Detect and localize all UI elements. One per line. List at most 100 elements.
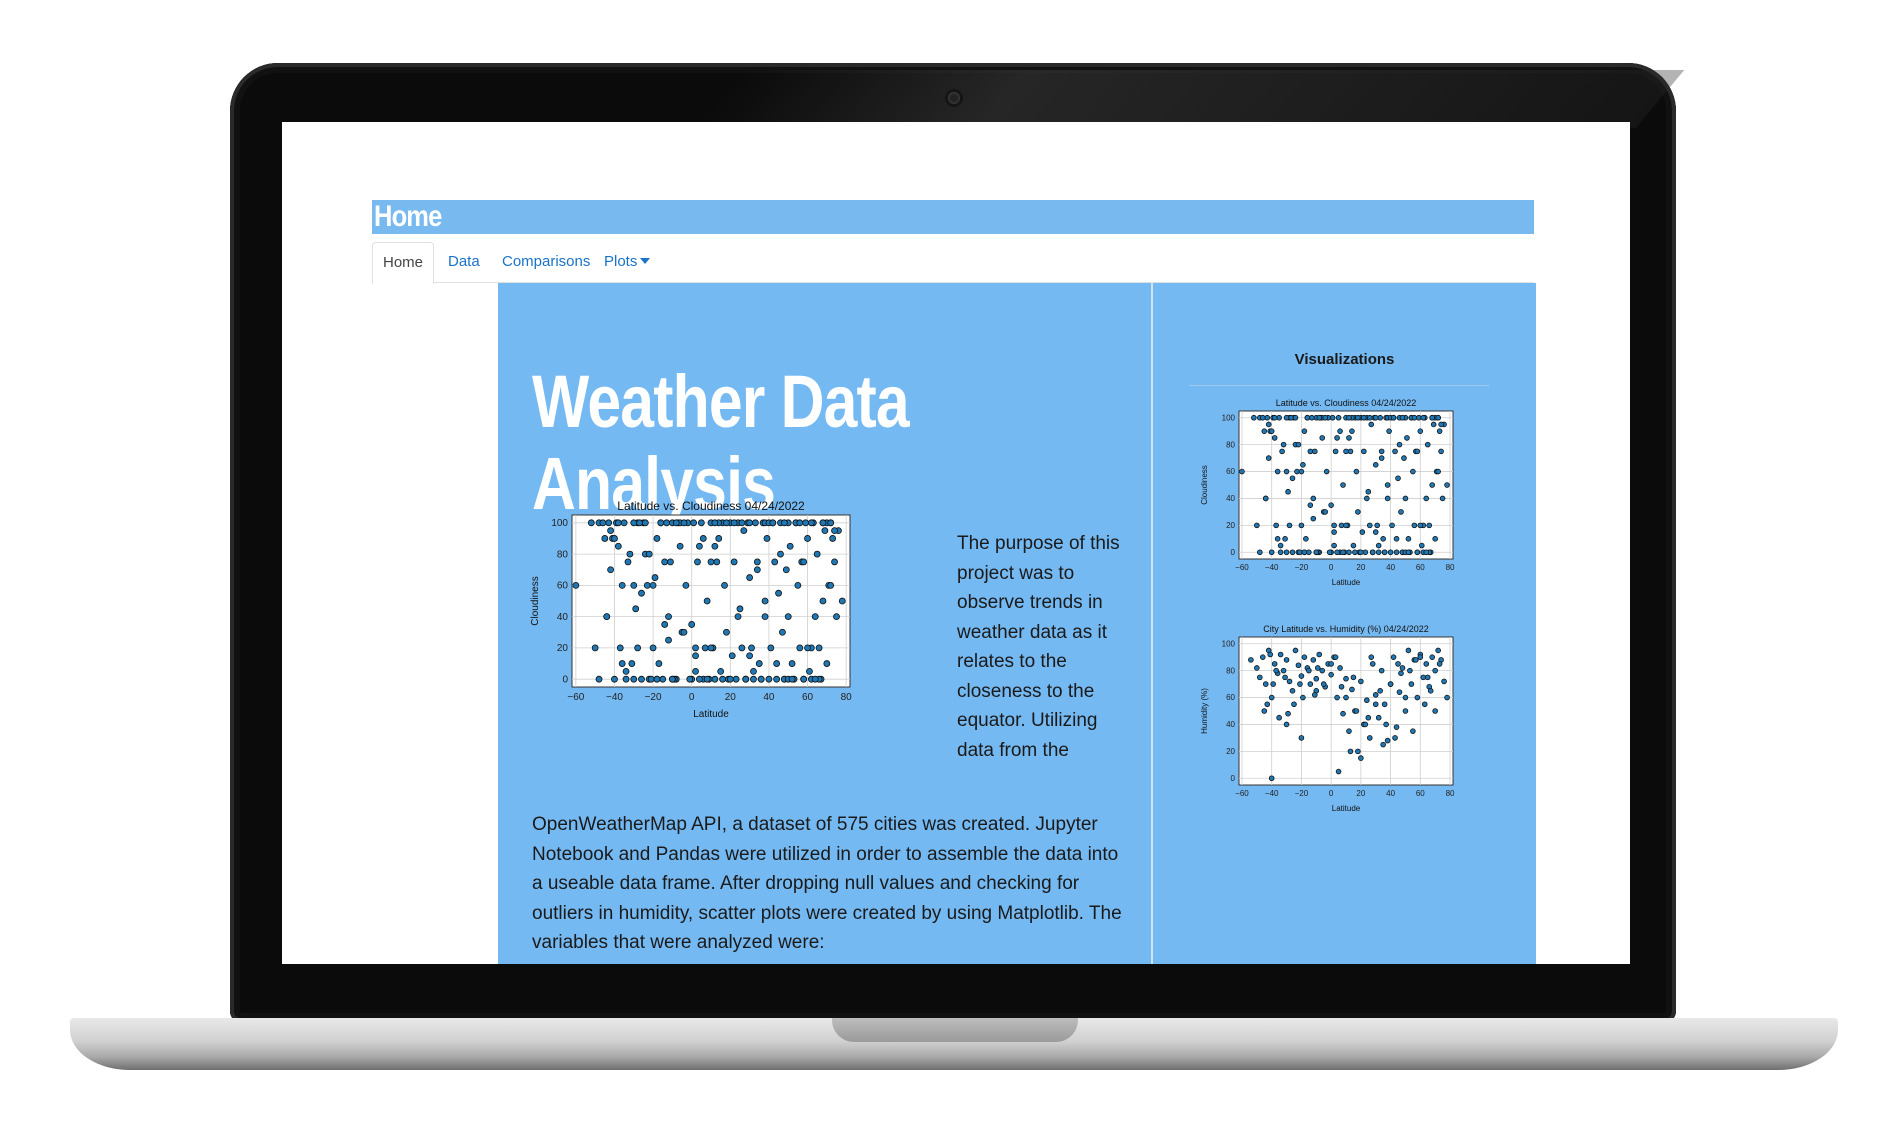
data-point	[1417, 522, 1424, 529]
data-point	[1262, 495, 1269, 502]
data-point	[1375, 549, 1382, 556]
data-point	[645, 550, 653, 558]
x-tick-label: 80	[1446, 563, 1455, 572]
sidebar-chart-cloudiness[interactable]: −60 −40 −20 0 20 40 60 80 0 20 40 60 80 100 Latitude v…	[1199, 395, 1469, 587]
data-point	[1395, 475, 1401, 482]
tab-comparisons[interactable]: Comparisons	[502, 242, 590, 282]
header-banner: Home	[372, 200, 1534, 234]
data-point	[1365, 488, 1372, 495]
data-point	[1380, 741, 1386, 748]
data-point	[811, 675, 819, 683]
data-point	[1427, 688, 1434, 694]
data-point	[1340, 549, 1346, 556]
data-point	[1329, 414, 1336, 421]
y-tick-label: 20	[557, 643, 569, 654]
data-point	[632, 605, 640, 613]
data-point	[788, 675, 796, 683]
data-point	[1396, 441, 1403, 448]
laptop-frame: Home Home Data Comparisons Plots Weather…	[0, 0, 1895, 1139]
data-point	[1355, 414, 1361, 421]
data-point	[1368, 654, 1375, 660]
data-point	[572, 581, 580, 589]
data-point	[1361, 414, 1367, 421]
data-point	[761, 597, 769, 605]
data-point	[1334, 435, 1340, 441]
data-point	[1338, 683, 1345, 690]
y-axis-label: Humidity (%)	[1200, 688, 1209, 734]
main-scatter-chart[interactable]: −60 −40 −20 0 20 40 60 80 0 20 40 60 80 100 Latitude v…	[528, 495, 858, 719]
data-point	[1393, 549, 1400, 556]
data-point	[1423, 495, 1430, 502]
data-point	[1390, 414, 1397, 421]
y-tick-label: 100	[1222, 413, 1236, 422]
data-point	[1352, 549, 1358, 556]
data-point	[1411, 414, 1418, 421]
data-point	[1414, 549, 1421, 556]
data-point	[807, 519, 815, 527]
banner-title[interactable]: Home	[374, 200, 442, 234]
data-point	[1421, 701, 1428, 708]
y-tick-label: 0	[562, 675, 568, 686]
data-point	[1295, 662, 1302, 669]
sidebar-chart-humidity[interactable]: −60 −40 −20 0 20 40 60 80 0 20 40 60 80 100 City Latit…	[1199, 621, 1469, 813]
data-point	[1414, 694, 1421, 701]
y-tick-label: 100	[551, 518, 568, 529]
data-point	[1429, 482, 1435, 488]
data-point	[1359, 529, 1366, 535]
data-point	[1343, 675, 1349, 682]
data-point	[746, 574, 754, 581]
data-point	[1322, 509, 1328, 515]
x-tick-label: 40	[1386, 563, 1395, 572]
data-point	[728, 652, 736, 660]
divider	[1189, 385, 1489, 386]
data-point	[1414, 448, 1421, 455]
x-tick-label: 60	[1416, 563, 1425, 572]
data-point	[1291, 701, 1297, 708]
data-point	[601, 535, 609, 542]
data-point	[1282, 536, 1288, 542]
tab-plots[interactable]: Plots	[604, 242, 651, 282]
data-point	[1298, 673, 1305, 679]
data-point	[1432, 536, 1438, 542]
data-point	[595, 675, 603, 683]
data-point	[1346, 414, 1352, 421]
data-point	[1306, 667, 1312, 674]
data-point	[1265, 421, 1272, 428]
data-point	[692, 652, 699, 660]
data-point	[1404, 435, 1410, 441]
data-point	[1335, 768, 1342, 775]
visualizations-title: Visualizations	[1294, 351, 1395, 368]
data-point	[1386, 428, 1392, 434]
data-point	[1381, 549, 1388, 556]
data-point	[1399, 665, 1406, 671]
data-point	[723, 628, 730, 636]
data-point	[1364, 495, 1370, 502]
data-point	[1349, 428, 1355, 434]
tab-plots-label: Plots	[604, 253, 638, 270]
data-point	[661, 558, 669, 566]
x-tick-label: −40	[1265, 563, 1279, 572]
data-point	[1410, 468, 1416, 475]
data-point	[647, 675, 655, 683]
x-tick-label: 60	[1416, 789, 1425, 798]
tab-comparisons-label: Comparisons	[502, 253, 591, 270]
data-point	[1387, 549, 1394, 556]
data-point	[1239, 468, 1245, 475]
data-point	[701, 644, 709, 652]
data-point	[638, 675, 645, 683]
data-point	[827, 581, 835, 589]
tab-home[interactable]: Home	[372, 242, 434, 284]
data-point	[1283, 468, 1290, 475]
data-point	[1430, 421, 1437, 428]
data-point	[694, 558, 701, 566]
data-point	[742, 675, 750, 683]
data-point	[761, 613, 769, 621]
data-point	[626, 550, 634, 558]
data-point	[1361, 448, 1367, 455]
data-point	[1389, 522, 1395, 529]
tab-data[interactable]: Data	[448, 242, 480, 282]
y-tick-label: 40	[1226, 720, 1235, 729]
data-point	[1265, 455, 1272, 461]
data-point	[1268, 775, 1275, 782]
data-point	[769, 519, 777, 527]
